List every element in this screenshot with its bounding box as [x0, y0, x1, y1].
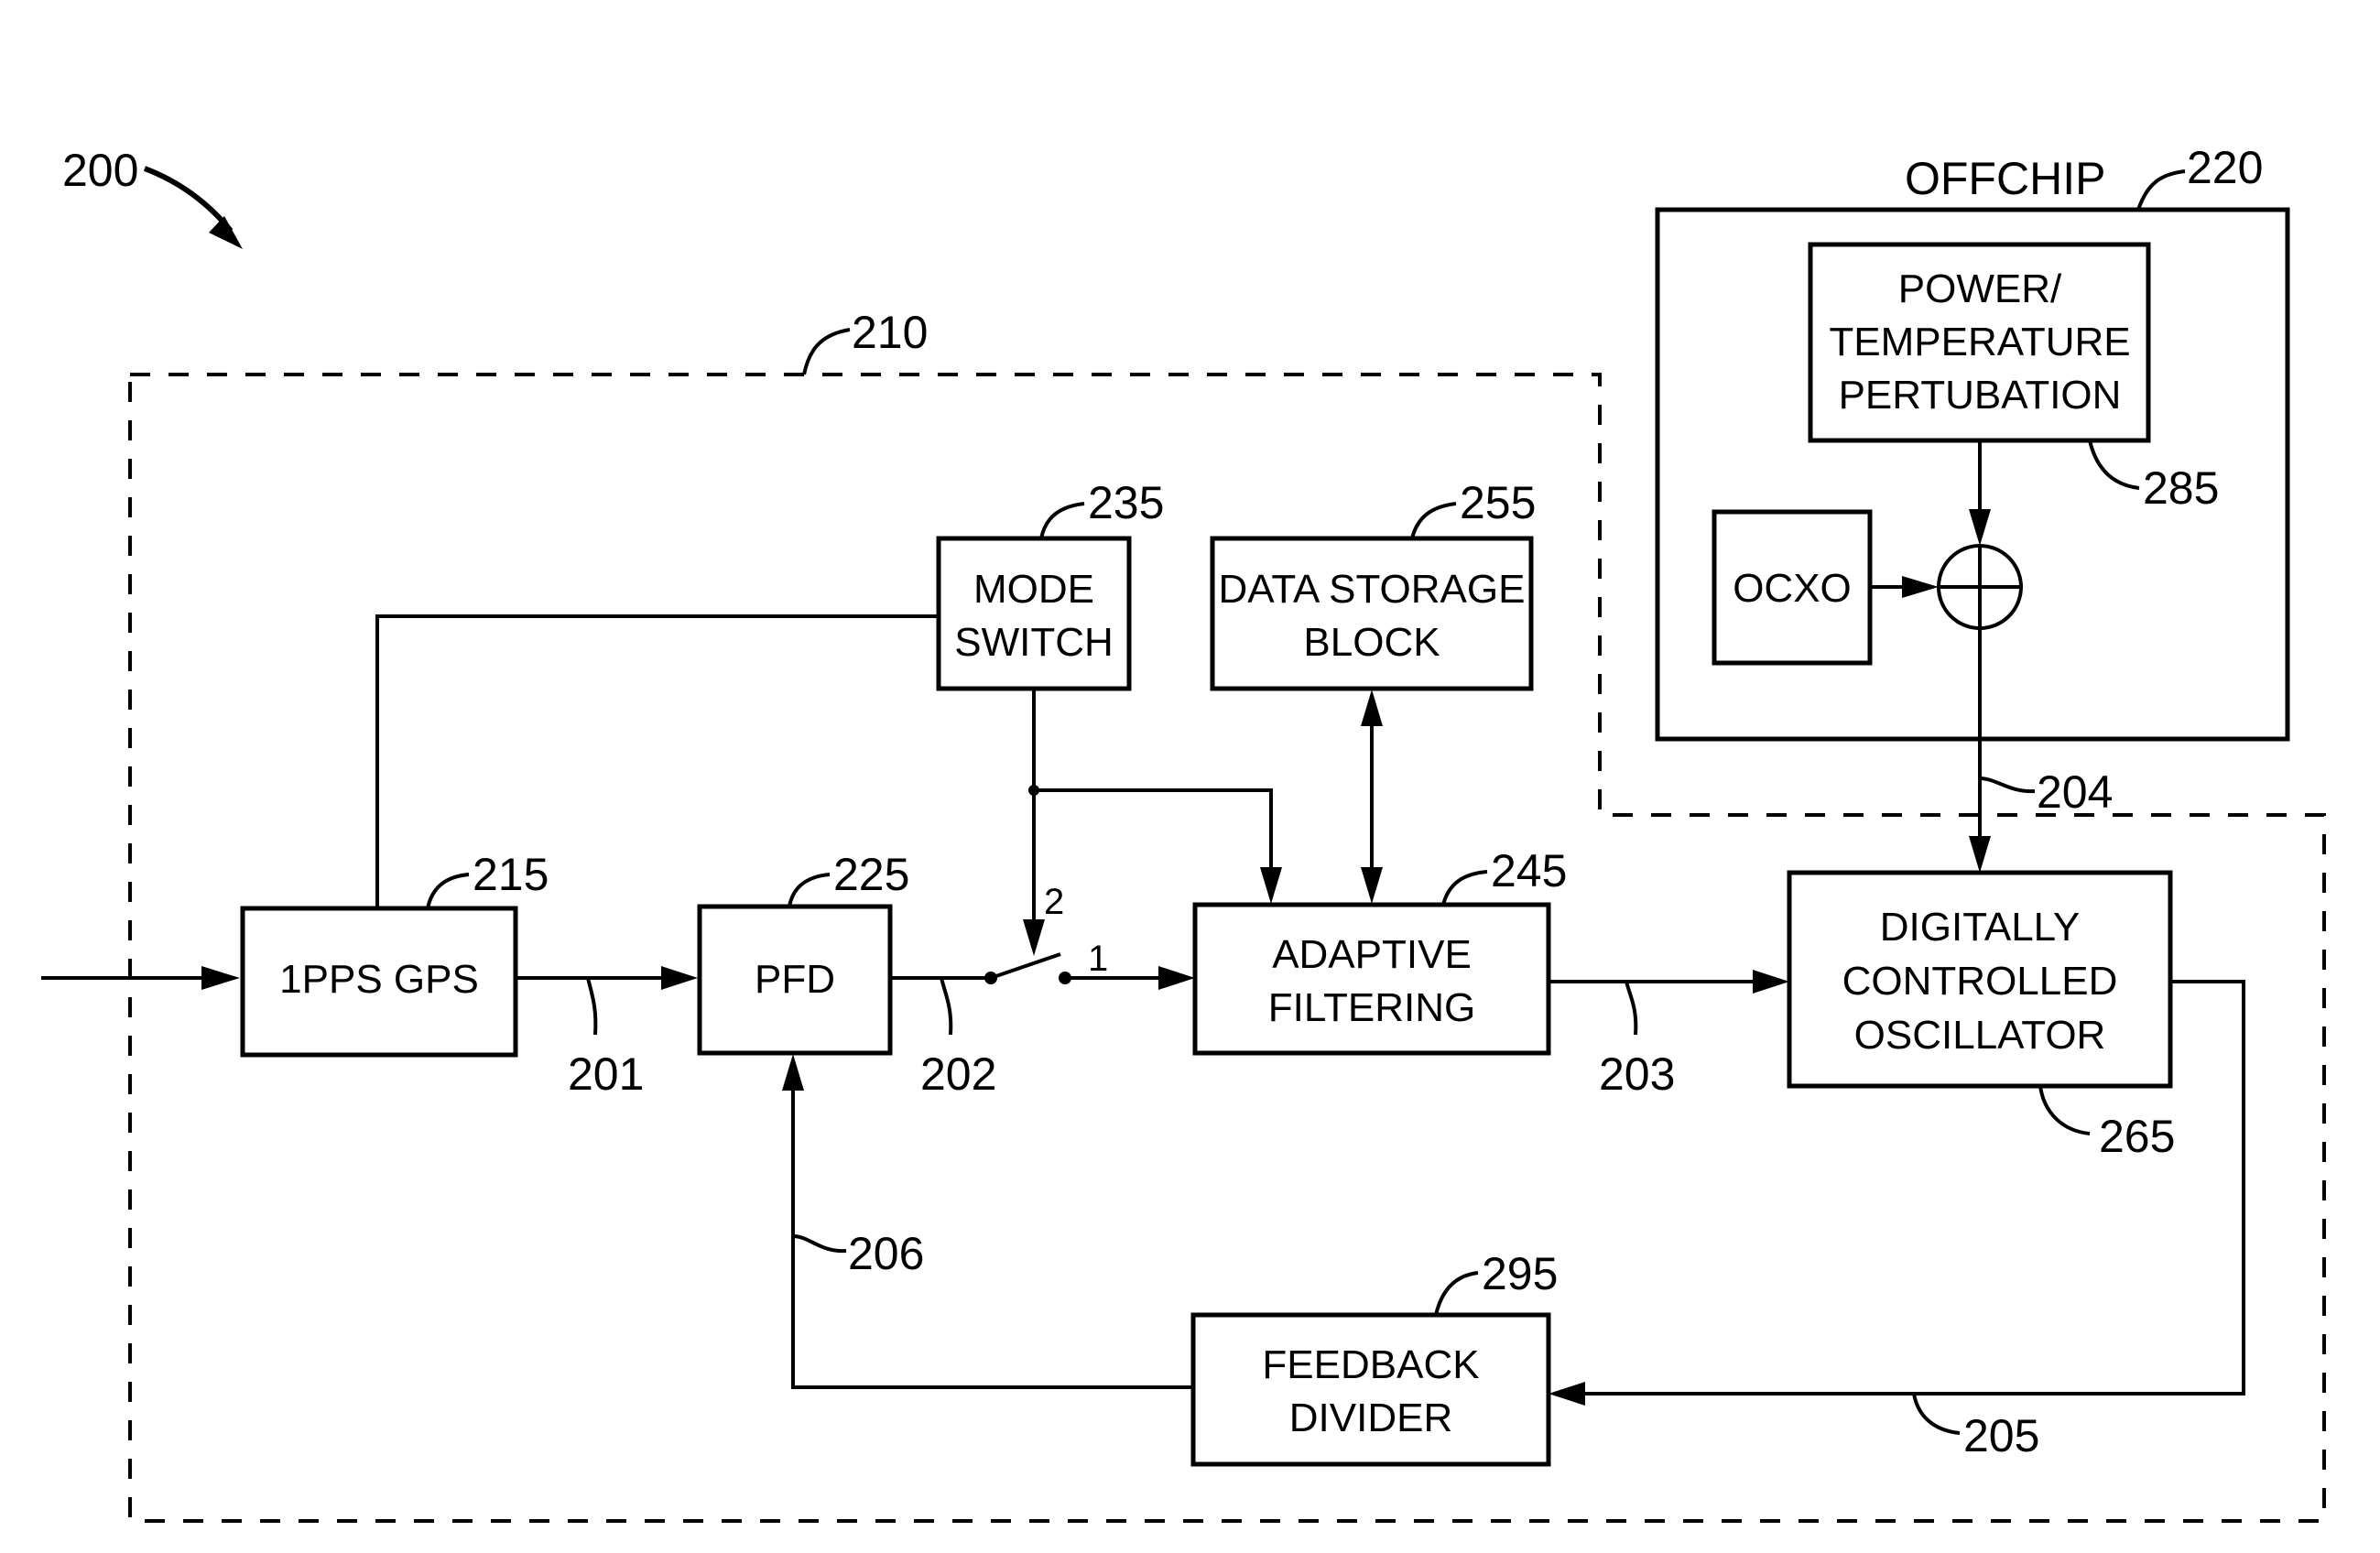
- offchip-ref-leader: [2136, 169, 2186, 211]
- mode-to-filter-arrowhead: [1260, 867, 1282, 904]
- mode-selector-switch[interactable]: [984, 952, 1071, 984]
- signal-202-label: 202: [920, 1048, 996, 1100]
- power-temperature-block[interactable]: POWER/ TEMPERATURE PERTUBATION: [1808, 242, 2151, 443]
- input-arrowhead: [201, 966, 240, 990]
- feedback-divider-ref-label: 295: [1482, 1248, 1558, 1299]
- power-temp-line-3: PERTUBATION: [1839, 373, 2122, 418]
- adaptive-filtering-ref-label: 245: [1491, 845, 1567, 896]
- signal-201-leader: [586, 977, 598, 1036]
- switch-pos-2-label: 2: [1044, 882, 1064, 922]
- signal-202-leader: [940, 977, 953, 1036]
- signal-204-label: 204: [2037, 766, 2113, 818]
- adaptive-filtering-line-2: FILTERING: [1268, 985, 1476, 1030]
- mode-switch-line-2: SWITCH: [954, 620, 1114, 665]
- mode-switch-ref-leader: [1039, 502, 1085, 539]
- gps-block[interactable]: 1PPS GPS: [240, 906, 518, 1058]
- switch-pos-1-label: 1: [1088, 939, 1108, 979]
- summing-junction: [1937, 544, 2023, 630]
- dco-ref-leader: [2038, 1085, 2091, 1135]
- signal-205-label: 205: [1963, 1410, 2039, 1461]
- dco-block[interactable]: DIGITALLY CONTROLLED OSCILLATOR: [1787, 870, 2173, 1089]
- signal-203-leader: [1625, 981, 1638, 1036]
- feedback-divider-line-1: FEEDBACK: [1262, 1342, 1479, 1387]
- feedback-divider-ref-leader: [1434, 1271, 1479, 1316]
- figure-ref-arrow: [143, 166, 234, 233]
- feedback-divider-line-2: DIVIDER: [1289, 1396, 1452, 1440]
- pfd-ref-leader: [788, 873, 831, 907]
- signal-201-label: 201: [568, 1048, 644, 1100]
- offchip-title: OFFCHIP: [1905, 153, 2105, 204]
- dco-line-3: OSCILLATOR: [1854, 1013, 2106, 1058]
- gps-ref-leader: [426, 873, 470, 909]
- feedback-divider-block[interactable]: FEEDBACK DIVIDER: [1190, 1312, 1551, 1467]
- signal-205-arrowhead: [1549, 1382, 1585, 1406]
- dco-line-2: CONTROLLED: [1842, 959, 2118, 1004]
- dco-ref-label: 265: [2099, 1111, 2175, 1162]
- gps-label: 1PPS GPS: [279, 957, 479, 1002]
- data-storage-ref-label: 255: [1460, 477, 1536, 528]
- data-storage-line-1: DATA STORAGE: [1219, 567, 1526, 612]
- data-storage-block[interactable]: DATA STORAGE BLOCK: [1210, 536, 1534, 691]
- dco-line-1: DIGITALLY: [1880, 905, 2080, 950]
- data-storage-ref-leader: [1410, 502, 1457, 539]
- signal-203-arrowhead: [1753, 970, 1789, 994]
- pfd-block[interactable]: PFD: [697, 904, 893, 1056]
- signal-206-label: 206: [848, 1228, 924, 1279]
- signal-203-label: 203: [1599, 1048, 1675, 1100]
- signal-206-arrowhead: [782, 1054, 804, 1091]
- mode-to-filter-line: [1034, 788, 1273, 884]
- signal-201-arrowhead: [661, 966, 698, 990]
- onchip-ref-leader: [802, 328, 851, 375]
- offchip-ref-label: 220: [2187, 142, 2263, 193]
- mode-switch-line-1: MODE: [973, 567, 1094, 612]
- adaptive-filtering-line-1: ADAPTIVE: [1272, 932, 1472, 977]
- pfd-label: PFD: [755, 957, 835, 1002]
- ocxo-label: OCXO: [1733, 566, 1852, 611]
- adaptive-filtering-block[interactable]: ADAPTIVE FILTERING: [1192, 902, 1551, 1056]
- storage-bus-arrowhead-down: [1361, 867, 1383, 904]
- signal-204-leader: [1979, 776, 2036, 794]
- ocxo-block[interactable]: OCXO: [1712, 509, 1873, 666]
- power-temp-ref-label: 285: [2143, 462, 2219, 514]
- onchip-ref-label: 210: [852, 307, 928, 358]
- signal-204-arrowhead: [1969, 836, 1991, 873]
- figure-ref-arrowhead: [209, 216, 243, 249]
- storage-bus-arrowhead-up: [1361, 690, 1383, 726]
- data-storage-line-2: BLOCK: [1303, 620, 1440, 665]
- signal-205-leader: [1912, 1393, 1961, 1435]
- switch-to-filter-arrowhead: [1158, 966, 1195, 990]
- pfd-ref-label: 225: [833, 849, 909, 900]
- gps-ref-label: 215: [473, 849, 549, 900]
- mode-switch-control-arrowhead: [1023, 919, 1045, 956]
- figure-ref-label: 200: [62, 145, 138, 196]
- mode-switch-block[interactable]: MODE SWITCH: [936, 536, 1132, 691]
- adaptive-filtering-ref-leader: [1441, 870, 1488, 906]
- block-diagram: 200 210 OFFCHIP 220 POWER/ TEMPERATURE P…: [41, 142, 2326, 1523]
- power-temp-line-1: POWER/: [1898, 266, 2062, 311]
- signal-206-leader: [792, 1234, 847, 1254]
- mode-switch-ref-label: 235: [1088, 477, 1164, 528]
- power-temp-line-2: TEMPERATURE: [1829, 320, 2130, 364]
